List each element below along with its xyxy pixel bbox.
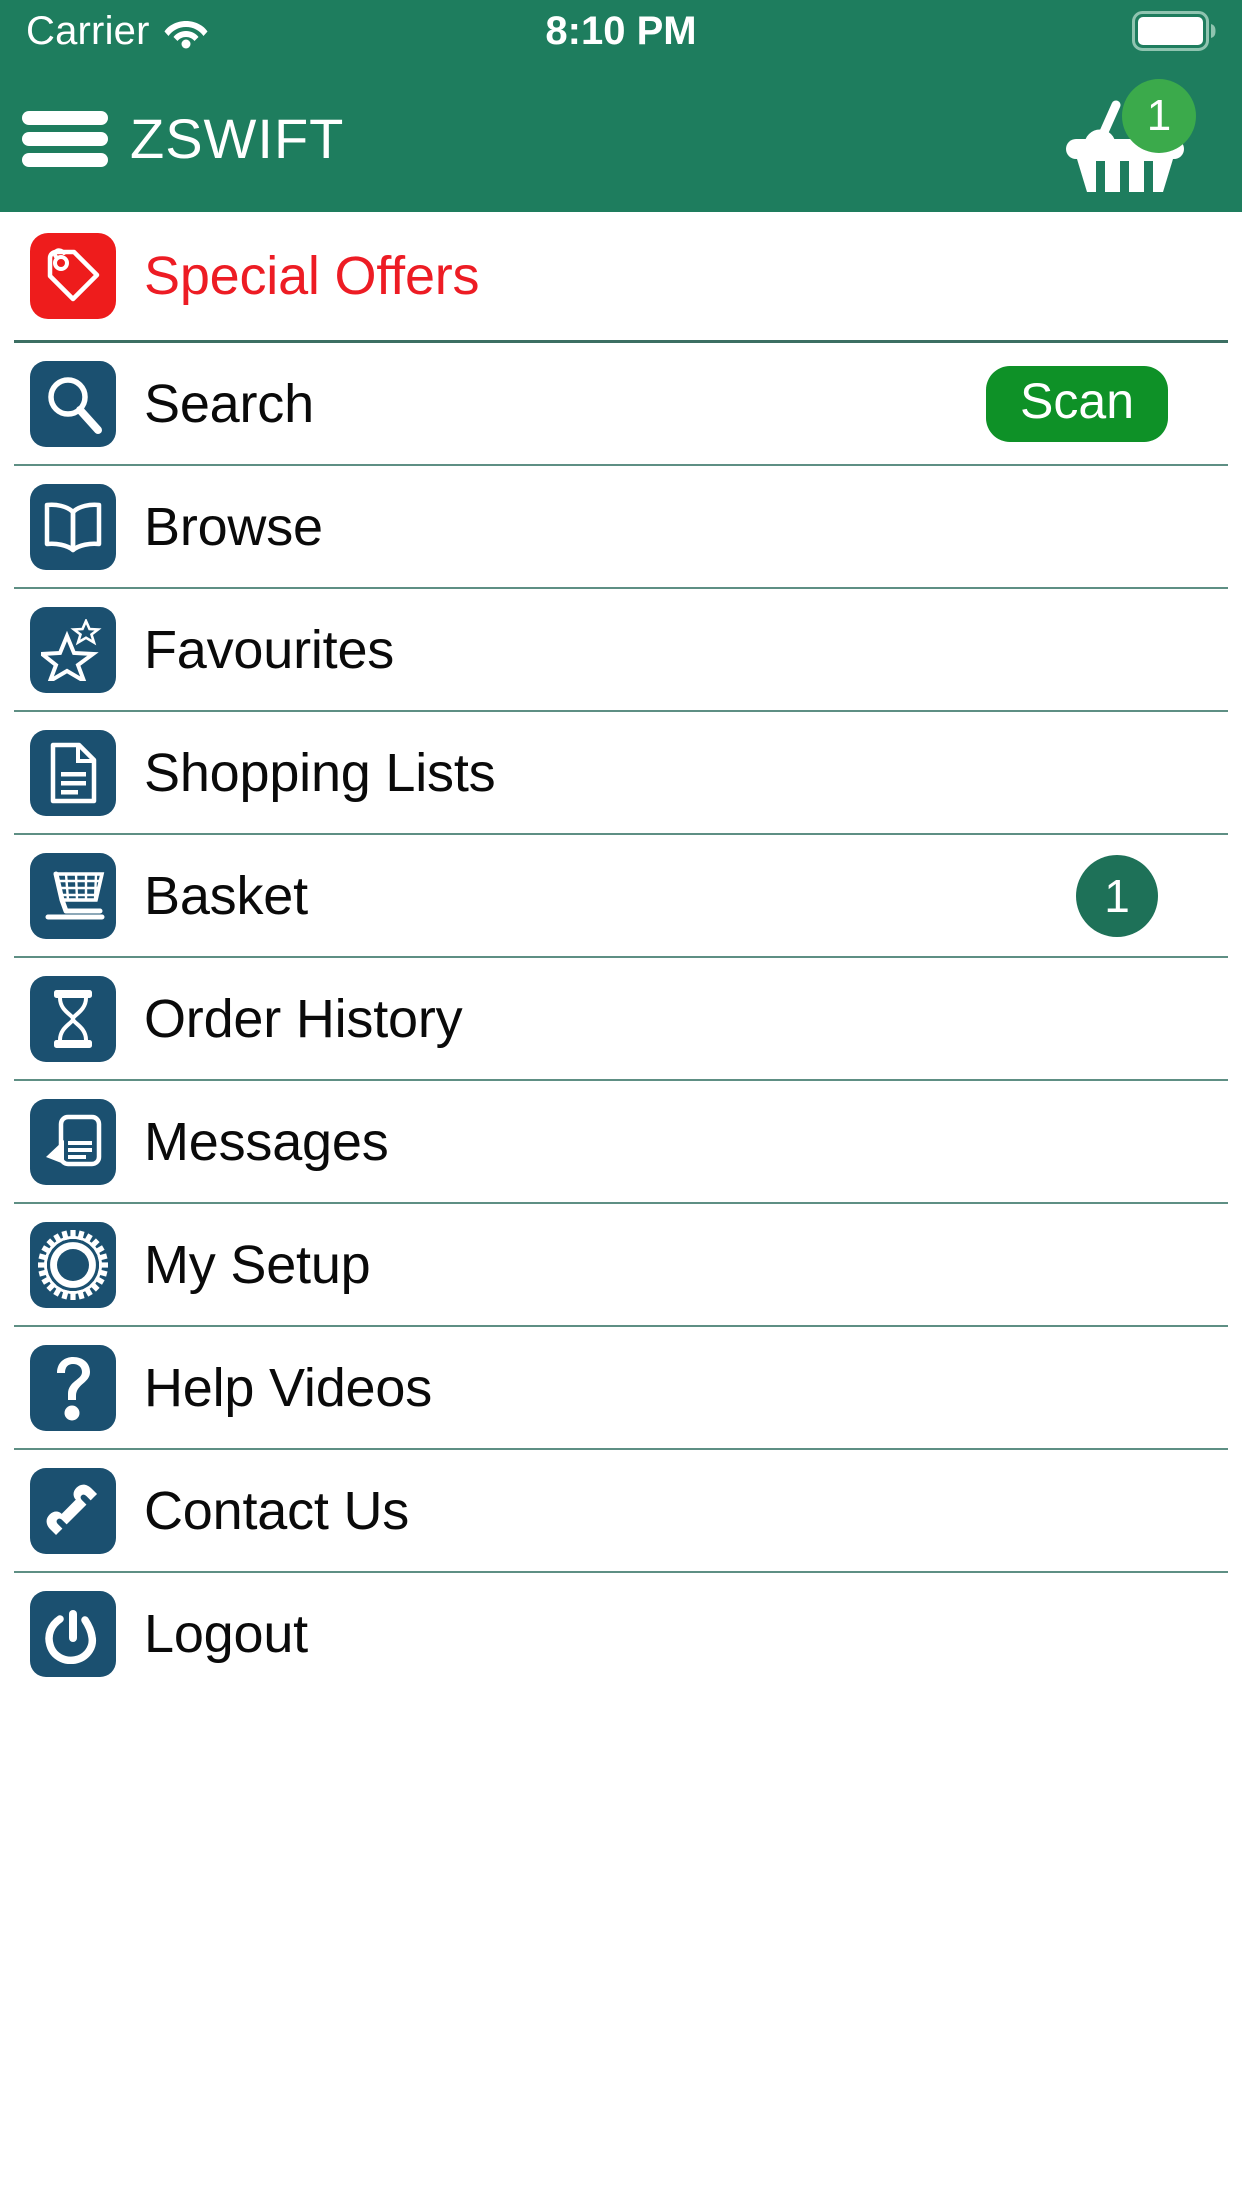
magnifier-icon	[30, 360, 116, 447]
menu-item-messages[interactable]: Messages	[0, 1081, 1242, 1202]
message-document-icon	[30, 1098, 116, 1185]
main-menu-list: Special Offers Search Scan Browse Favour…	[0, 212, 1242, 1694]
question-mark-icon	[30, 1344, 116, 1431]
menu-item-label: Order History	[144, 988, 463, 1049]
menu-item-label: Browse	[144, 496, 323, 557]
menu-item-label: My Setup	[144, 1234, 371, 1295]
menu-item-label: Special Offers	[144, 246, 480, 306]
menu-item-label: Basket	[144, 865, 308, 926]
hamburger-menu-icon[interactable]	[22, 111, 108, 167]
menu-item-help-videos[interactable]: Help Videos	[0, 1327, 1242, 1448]
price-tag-icon	[30, 233, 116, 319]
menu-item-favourites[interactable]: Favourites	[0, 589, 1242, 710]
carrier-label: Carrier	[26, 8, 150, 53]
menu-item-label: Search	[144, 373, 314, 434]
status-bar-right	[1132, 11, 1216, 51]
menu-item-my-setup[interactable]: My Setup	[0, 1204, 1242, 1325]
wifi-icon	[164, 13, 208, 49]
menu-item-label: Favourites	[144, 619, 395, 680]
menu-item-basket[interactable]: Basket 1	[0, 835, 1242, 956]
scan-button[interactable]: Scan	[986, 365, 1168, 442]
menu-item-label: Shopping Lists	[144, 742, 496, 803]
hamburger-bar	[22, 153, 108, 167]
basket-count-badge: 1	[1076, 854, 1158, 937]
hourglass-icon	[30, 975, 116, 1062]
menu-item-contact-us[interactable]: Contact Us	[0, 1450, 1242, 1571]
menu-item-shopping-lists[interactable]: Shopping Lists	[0, 712, 1242, 833]
menu-item-logout[interactable]: Logout	[0, 1573, 1242, 1694]
shopping-trolley-icon	[30, 852, 116, 939]
document-list-icon	[30, 729, 116, 816]
menu-item-label: Contact Us	[144, 1480, 410, 1541]
hamburger-bar	[22, 132, 108, 146]
star-icon	[30, 606, 116, 693]
open-book-icon	[30, 483, 116, 570]
phone-handset-icon	[30, 1467, 116, 1554]
status-bar-left: Carrier	[26, 9, 208, 54]
nav-basket-button[interactable]: 1	[1046, 77, 1196, 197]
menu-item-order-history[interactable]: Order History	[0, 958, 1242, 1079]
menu-item-search[interactable]: Search Scan	[0, 343, 1242, 464]
menu-item-label: Messages	[144, 1111, 389, 1172]
app-title: ZSWIFT	[130, 106, 345, 170]
menu-item-special-offers[interactable]: Special Offers	[0, 212, 1242, 340]
nav-basket-badge: 1	[1122, 79, 1196, 153]
app-root: Carrier 8:10 PM ZSWIFT 1 Special Offers …	[0, 0, 1242, 2208]
menu-item-browse[interactable]: Browse	[0, 466, 1242, 587]
power-icon	[30, 1590, 116, 1677]
gear-icon	[30, 1221, 116, 1308]
menu-item-label: Logout	[144, 1603, 308, 1664]
battery-full-icon	[1132, 11, 1216, 51]
nav-bar: ZSWIFT 1	[0, 62, 1242, 212]
status-bar: Carrier 8:10 PM	[0, 0, 1242, 62]
hamburger-bar	[22, 111, 108, 125]
menu-item-label: Help Videos	[144, 1357, 432, 1418]
